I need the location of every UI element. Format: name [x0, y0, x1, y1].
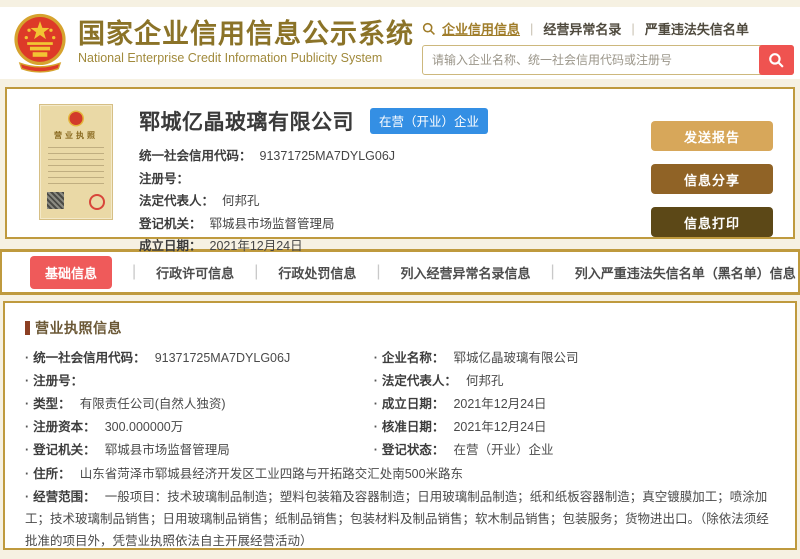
- field-credit-code: · 统一社会信用代码： 91371725MA7DYLG06J: [25, 351, 291, 365]
- site-title-block: 国家企业信用信息公示系统 National Enterprise Credit …: [78, 11, 414, 65]
- tab-blacklist[interactable]: 列入严重违法失信名单（黑名单）信息: [575, 263, 796, 282]
- license-red-seal-icon: [89, 194, 105, 210]
- tab-admin-license[interactable]: 行政许可信息: [156, 263, 234, 282]
- card-field-registry: 登记机关： 郓城县市场监督管理局: [139, 216, 335, 231]
- field-registered-capital: · 注册资本： 300.000000万: [25, 420, 184, 434]
- card-field-reg-number: 注册号：: [139, 171, 190, 186]
- field-reg-number: · 注册号：: [25, 374, 84, 388]
- print-info-button[interactable]: 信息打印: [651, 207, 773, 237]
- tab-divider: |: [132, 263, 137, 280]
- search-icon: [422, 22, 435, 35]
- nav-serious-violation[interactable]: 严重违法失信名单: [645, 19, 749, 38]
- company-name: 郓城亿晶玻璃有限公司: [139, 111, 354, 134]
- license-info-panel: 营业执照信息 · 统一社会信用代码： 91371725MA7DYLG06J · 注册号…: [3, 301, 797, 550]
- field-registration-status: · 登记状态： 在营（开业）企业: [373, 443, 554, 457]
- share-info-button[interactable]: 信息分享: [651, 164, 773, 194]
- tab-basic-info[interactable]: 基础信息: [30, 255, 113, 289]
- field-registry-authority: · 登记机关： 郓城县市场监督管理局: [25, 443, 230, 457]
- tab-abnormal-list[interactable]: 列入经营异常名录信息: [401, 263, 531, 282]
- site-subtitle: National Enterprise Credit Information P…: [78, 51, 383, 65]
- nav-abnormal-operations[interactable]: 经营异常名录: [543, 19, 621, 38]
- field-business-scope: · 经营范围： 一般项目：技术玻璃制品制造；塑料包装箱及容器制造；日用玻璃制品制造；…: [25, 490, 769, 548]
- card-field-credit-code: 统一社会信用代码： 91371725MA7DYLG06J: [139, 149, 396, 163]
- nav-divider: |: [631, 21, 635, 36]
- card-field-legal-rep: 法定代表人： 何邦孔: [139, 194, 260, 208]
- nav-divider: |: [530, 21, 534, 36]
- send-report-button[interactable]: 发送报告: [651, 121, 773, 151]
- search-input[interactable]: [422, 45, 794, 75]
- business-license-thumbnail[interactable]: 营业执照: [39, 104, 113, 220]
- company-summary-card: 营业执照 郓城亿晶玻璃有限公司 在营（开业）企业 统一社会信用代码： 913717…: [5, 87, 795, 253]
- site-title: 国家企业信用信息公示系统: [78, 19, 414, 49]
- license-qr-code: [47, 192, 64, 209]
- tab-divider: |: [376, 263, 381, 280]
- license-emblem-icon: [69, 112, 83, 125]
- license-text-lines: [48, 147, 104, 187]
- tab-divider: |: [550, 263, 555, 280]
- tab-admin-penalty[interactable]: 行政处罚信息: [278, 263, 356, 282]
- field-approval-date: · 核准日期： 2021年12月24日: [373, 420, 547, 434]
- field-company-name: · 企业名称： 郓城亿晶玻璃有限公司: [373, 351, 579, 365]
- nav-enterprise-credit[interactable]: 企业信用信息: [442, 19, 520, 38]
- national-emblem-logo: [14, 13, 66, 73]
- section-title: 营业执照信息: [35, 320, 122, 336]
- field-company-type: · 类型： 有限责任公司(自然人独资): [25, 397, 226, 411]
- status-badge: 在营（开业）企业: [370, 108, 489, 134]
- search-button-icon: [769, 52, 784, 68]
- field-address: · 住所： 山东省菏泽市郓城县经济开发区工业四路与开拓路交汇处南500米路东: [25, 467, 464, 481]
- field-legal-representative: · 法定代表人： 何邦孔: [373, 374, 504, 388]
- card-field-established: 成立日期： 2021年12月24日: [139, 239, 303, 253]
- site-header: 国家企业信用信息公示系统 National Enterprise Credit …: [0, 7, 800, 79]
- field-establish-date: · 成立日期： 2021年12月24日: [373, 397, 547, 411]
- search-button[interactable]: [759, 45, 794, 75]
- license-thumb-title: 营业执照: [54, 131, 98, 140]
- search-type-nav: 企业信用信息 | 经营异常名录 | 严重违法失信名单: [422, 19, 794, 38]
- tab-divider: |: [254, 263, 259, 280]
- section-title-bar: [25, 321, 30, 335]
